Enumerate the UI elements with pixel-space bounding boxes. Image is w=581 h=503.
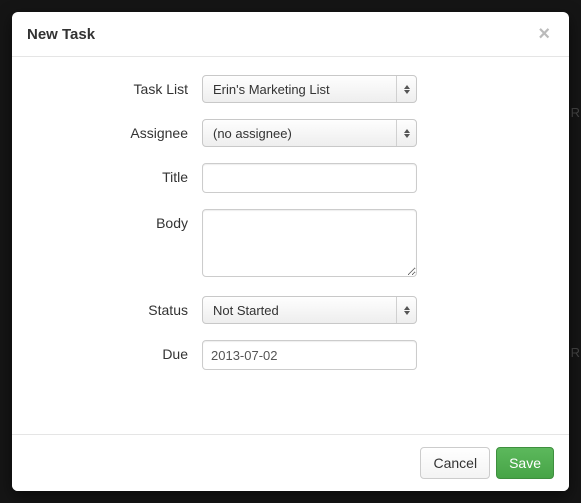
modal-header: New Task × [12, 12, 569, 57]
background-text: R [571, 105, 580, 120]
status-label: Status [32, 296, 202, 318]
modal-body: Task List Erin's Marketing List Assignee… [12, 57, 569, 434]
chevron-up-down-icon [396, 297, 416, 323]
assignee-select[interactable]: (no assignee) [202, 119, 417, 147]
field-assignee: Assignee (no assignee) [32, 119, 549, 147]
body-label: Body [32, 209, 202, 231]
task-list-label: Task List [32, 75, 202, 97]
assignee-label: Assignee [32, 119, 202, 141]
field-body: Body [32, 209, 549, 280]
field-status: Status Not Started [32, 296, 549, 324]
assignee-value: (no assignee) [213, 126, 292, 141]
status-select[interactable]: Not Started [202, 296, 417, 324]
field-task-list: Task List Erin's Marketing List [32, 75, 549, 103]
background-text: R [571, 345, 580, 360]
task-list-value: Erin's Marketing List [213, 82, 330, 97]
chevron-up-down-icon [396, 120, 416, 146]
modal-footer: Cancel Save [12, 434, 569, 491]
title-input[interactable] [202, 163, 417, 193]
new-task-modal: New Task × Task List Erin's Marketing Li… [12, 12, 569, 491]
title-label: Title [32, 163, 202, 185]
cancel-button[interactable]: Cancel [420, 447, 490, 479]
chevron-up-down-icon [396, 76, 416, 102]
body-textarea[interactable] [202, 209, 417, 277]
task-list-select[interactable]: Erin's Marketing List [202, 75, 417, 103]
close-icon[interactable]: × [534, 24, 554, 44]
due-label: Due [32, 340, 202, 362]
field-title: Title [32, 163, 549, 193]
field-due: Due [32, 340, 549, 370]
modal-title: New Task [27, 26, 95, 43]
due-input[interactable] [202, 340, 417, 370]
status-value: Not Started [213, 303, 279, 318]
save-button[interactable]: Save [496, 447, 554, 479]
